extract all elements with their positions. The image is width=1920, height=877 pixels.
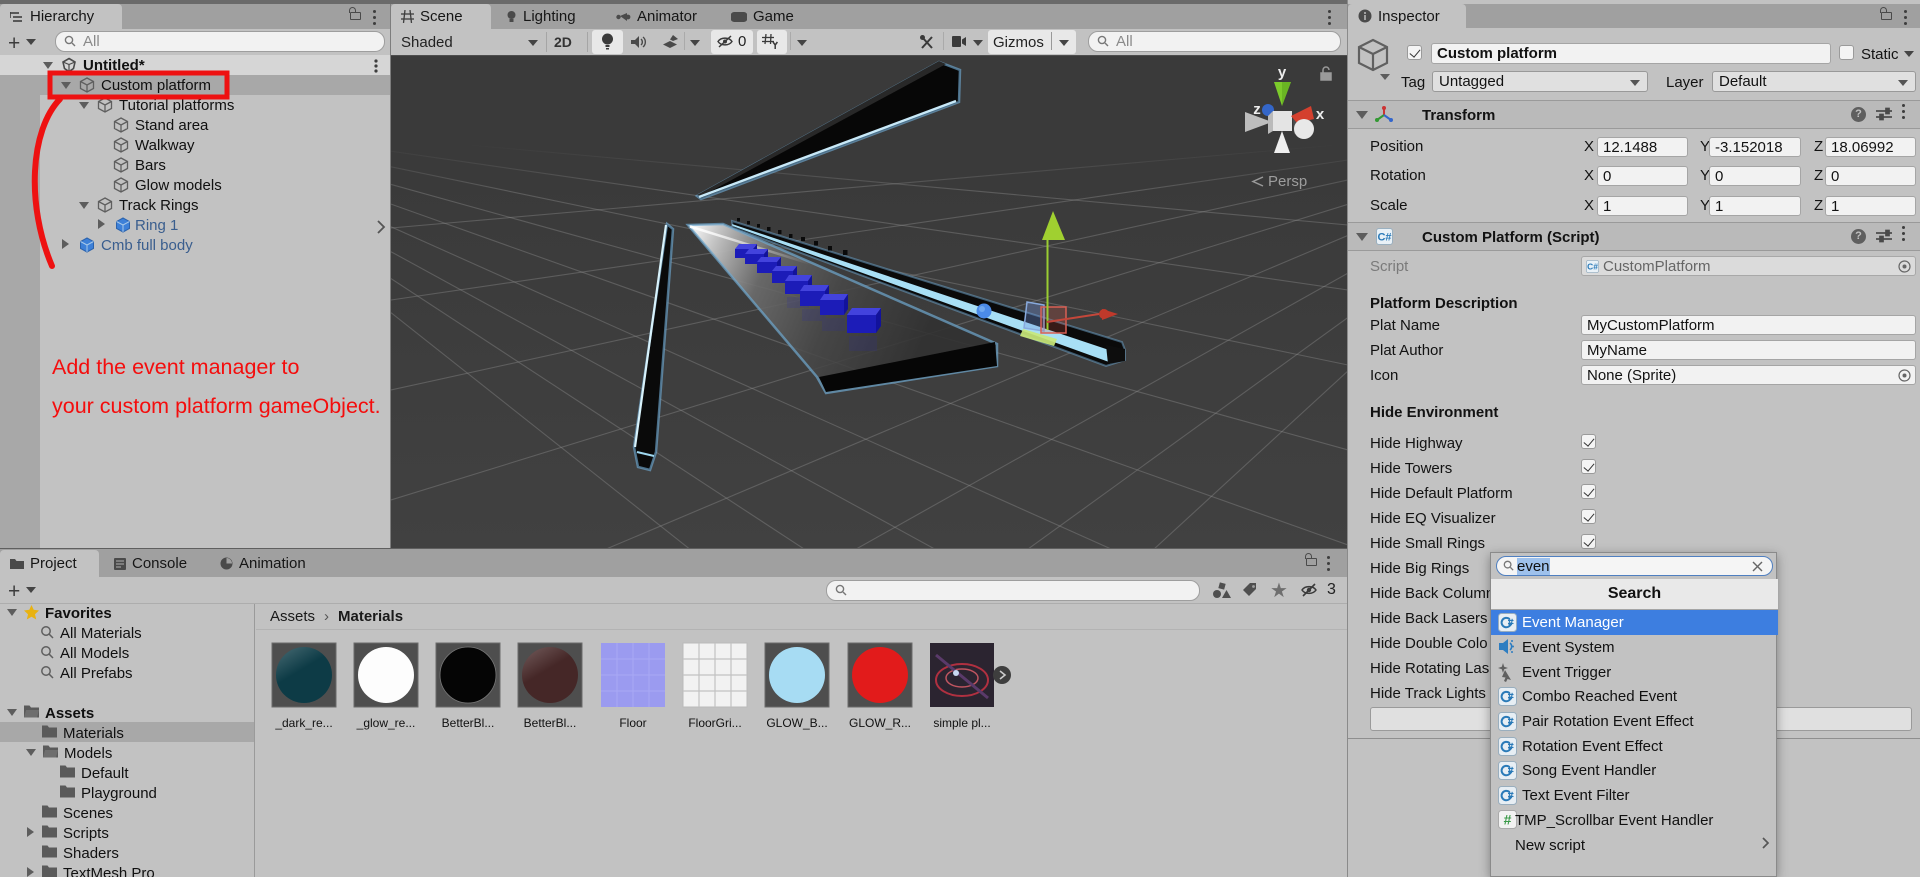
svg-text:Default: Default xyxy=(81,765,129,782)
svg-text:Event System: Event System xyxy=(1522,639,1615,656)
svg-text:_glow_re...: _glow_re... xyxy=(356,716,416,730)
svg-text:Models: Models xyxy=(64,745,112,762)
svg-text:All Prefabs: All Prefabs xyxy=(60,665,133,682)
svg-text:GLOW_B...: GLOW_B... xyxy=(766,716,827,730)
svg-text:y: y xyxy=(1278,64,1287,81)
svg-text:simple pl...: simple pl... xyxy=(933,716,990,730)
svg-text:BetterBl...: BetterBl... xyxy=(524,716,577,730)
svg-text:New script: New script xyxy=(1515,837,1586,854)
svg-text:Add the event manager to: Add the event manager to xyxy=(52,355,299,379)
svg-text:GLOW_R...: GLOW_R... xyxy=(849,716,911,730)
svg-text:C#: C# xyxy=(1377,232,1391,244)
svg-text:Text Event Filter: Text Event Filter xyxy=(1522,787,1630,804)
svg-text:TMP_Scrollbar Event Handler: TMP_Scrollbar Event Handler xyxy=(1515,812,1713,829)
svg-text:Event Trigger: Event Trigger xyxy=(1522,664,1611,681)
svg-text:Persp: Persp xyxy=(1268,173,1307,190)
svg-text:C#: C# xyxy=(1587,261,1598,271)
svg-text:All Materials: All Materials xyxy=(60,625,142,642)
svg-text:#: # xyxy=(1504,812,1512,828)
svg-text:Scripts: Scripts xyxy=(63,825,109,842)
svg-text:Floor: Floor xyxy=(619,716,646,730)
svg-text:Rotation Event Effect: Rotation Event Effect xyxy=(1522,738,1663,755)
svg-text:Assets: Assets xyxy=(45,705,94,722)
svg-text:FloorGri...: FloorGri... xyxy=(688,716,741,730)
svg-text:Materials: Materials xyxy=(63,725,124,742)
svg-text:_dark_re...: _dark_re... xyxy=(274,716,332,730)
svg-text:z: z xyxy=(1253,101,1261,118)
svg-text:TextMesh Pro: TextMesh Pro xyxy=(63,865,155,877)
svg-text:your custom platform gameObjec: your custom platform gameObject. xyxy=(52,394,381,418)
svg-text:Favorites: Favorites xyxy=(45,605,112,622)
svg-text:All Models: All Models xyxy=(60,645,129,662)
svg-text:Shaders: Shaders xyxy=(63,845,119,862)
svg-text:Song Event Handler: Song Event Handler xyxy=(1522,762,1656,779)
svg-text:BetterBl...: BetterBl... xyxy=(442,716,495,730)
svg-text:Combo Reached Event: Combo Reached Event xyxy=(1522,688,1678,705)
svg-text:Scenes: Scenes xyxy=(63,805,113,822)
svg-text:x: x xyxy=(1316,106,1325,123)
svg-text:Event Manager: Event Manager xyxy=(1522,614,1624,631)
svg-text:Playground: Playground xyxy=(81,785,157,802)
svg-text:Pair Rotation Event Effect: Pair Rotation Event Effect xyxy=(1522,713,1694,730)
